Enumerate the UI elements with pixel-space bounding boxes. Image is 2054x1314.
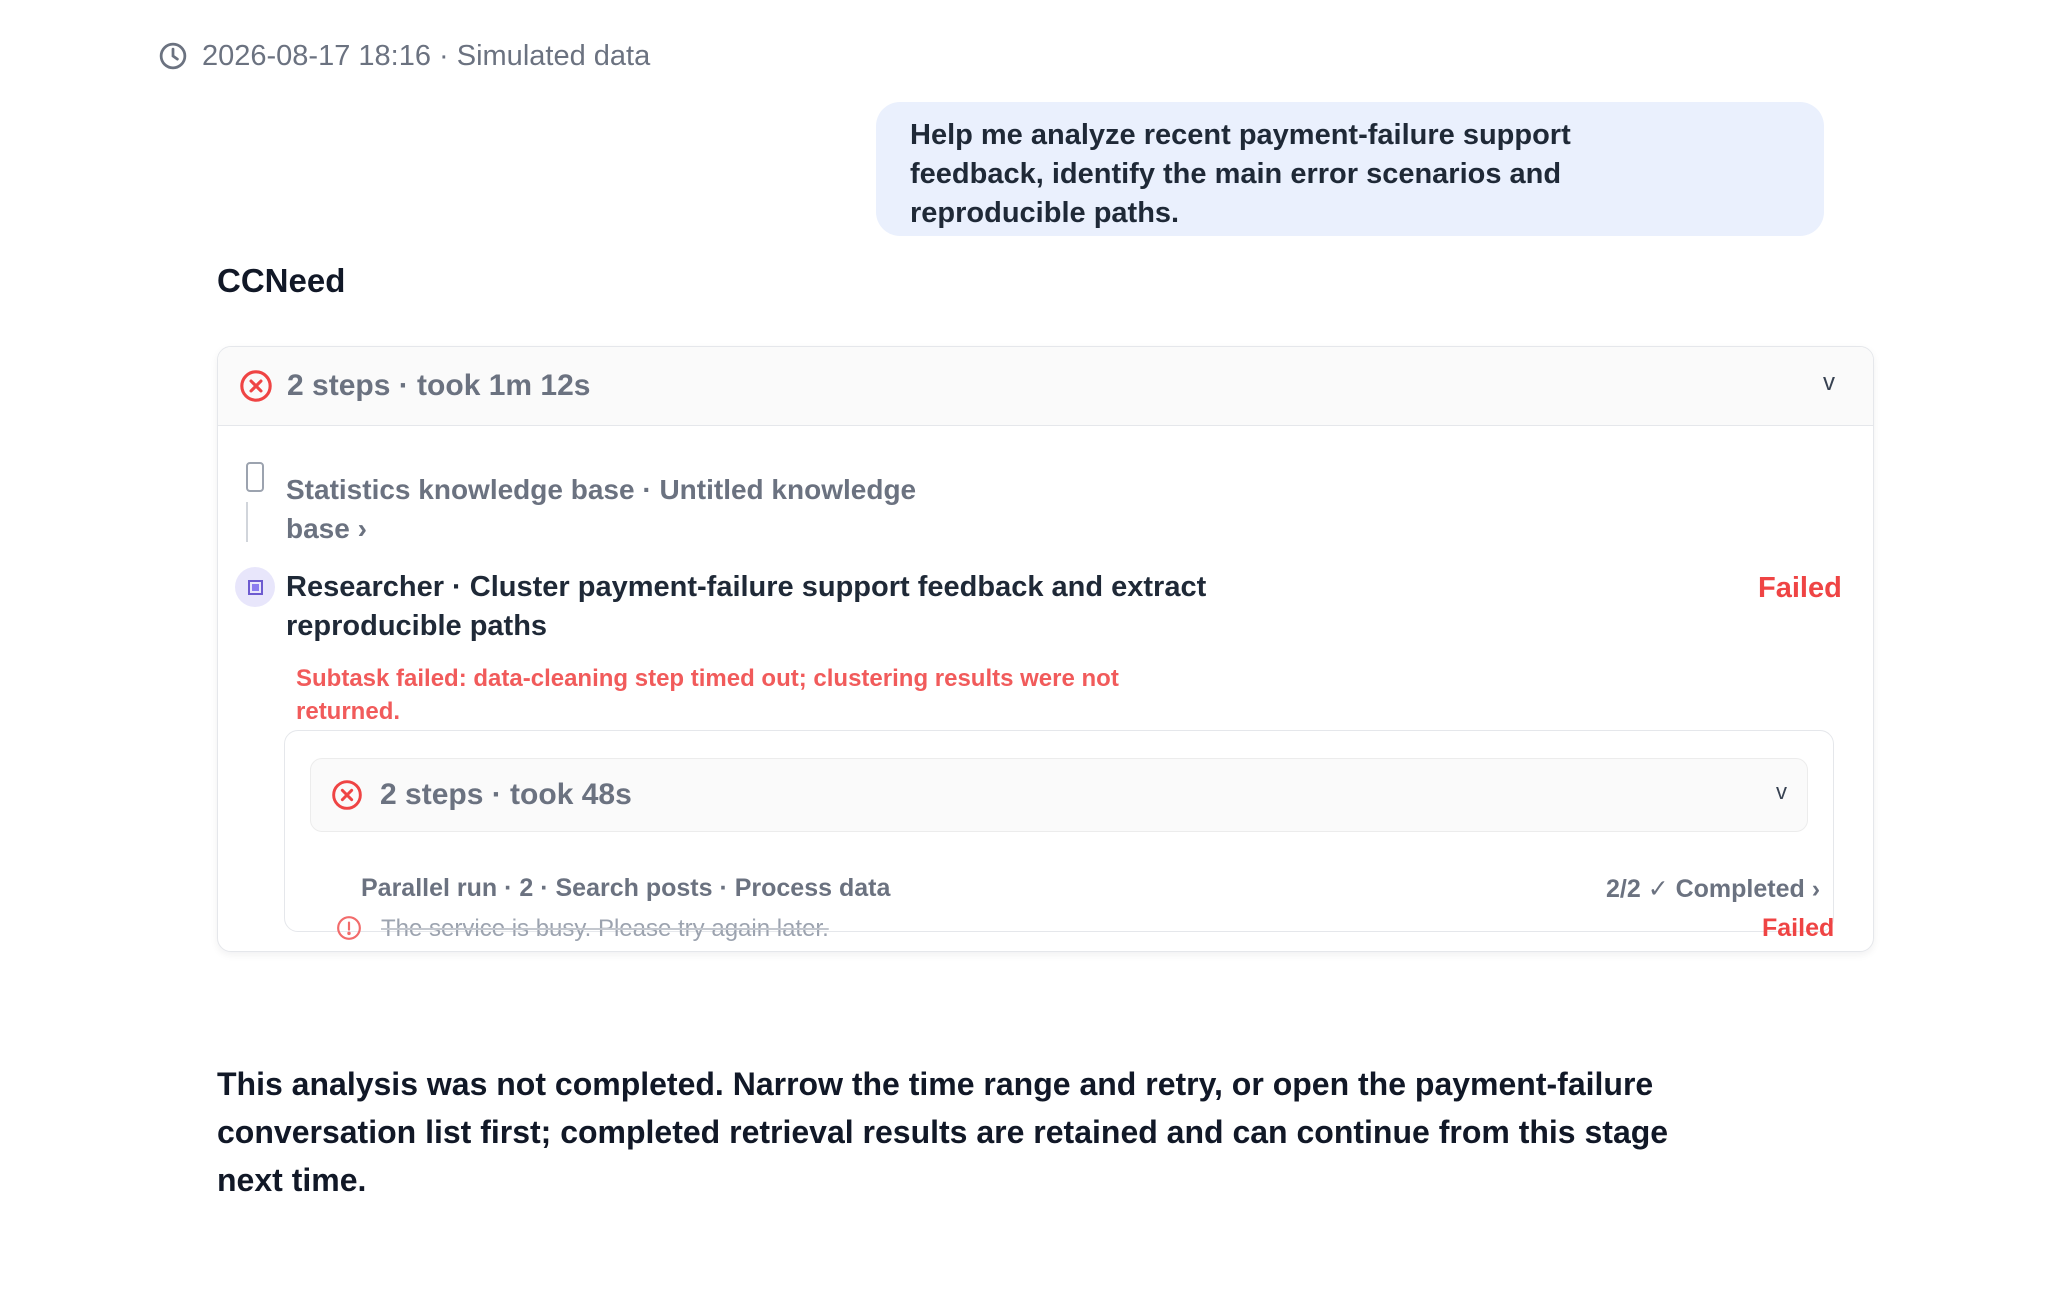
researcher-step-title: Researcher · Cluster payment-failure sup… bbox=[286, 571, 1207, 642]
user-message-bubble: Help me analyze recent payment-failure s… bbox=[876, 102, 1824, 236]
run-summary: 2 steps · took 1m 12s bbox=[287, 369, 591, 402]
subtask-error-message: Subtask failed: data-cleaning step timed… bbox=[296, 665, 1119, 725]
chevron-down-icon[interactable]: v bbox=[1776, 779, 1787, 805]
step-connector-line bbox=[246, 502, 248, 542]
parallel-run-label: Parallel run · 2 · Search posts · Proces… bbox=[361, 874, 891, 902]
chevron-down-icon[interactable]: v bbox=[1823, 369, 1835, 397]
user-message-text: Help me analyze recent payment-failure s… bbox=[910, 119, 1571, 229]
run-panel-header[interactable]: 2 steps · took 1m 12s v bbox=[218, 347, 1873, 426]
alert-circle-icon bbox=[336, 915, 362, 941]
timestamp: 2026-08-17 18:16 · Simulated data bbox=[158, 38, 650, 74]
subrun-status-badge: Failed bbox=[1762, 914, 1835, 942]
final-summary-text: This analysis was not completed. Narrow … bbox=[217, 1066, 1669, 1198]
document-icon bbox=[246, 462, 264, 492]
x-circle-icon bbox=[239, 369, 273, 403]
clock-icon bbox=[159, 42, 187, 70]
service-busy-message: The service is busy. Please try again la… bbox=[381, 915, 829, 942]
subrun-summary: 2 steps · took 48s bbox=[380, 778, 632, 811]
x-circle-icon bbox=[331, 779, 363, 811]
parallel-run-status-link[interactable]: 2/2 ✓ Completed › bbox=[1606, 874, 1820, 904]
assistant-name: CCNeed bbox=[217, 262, 346, 299]
timestamp-text: 2026-08-17 18:16 · Simulated data bbox=[202, 39, 651, 72]
knowledge-base-step-link[interactable]: Statistics knowledge base · Untitled kno… bbox=[286, 470, 986, 548]
researcher-status-badge: Failed bbox=[1758, 572, 1842, 604]
subrun-header[interactable]: 2 steps · took 48s v bbox=[310, 758, 1808, 832]
researcher-icon bbox=[235, 567, 275, 607]
